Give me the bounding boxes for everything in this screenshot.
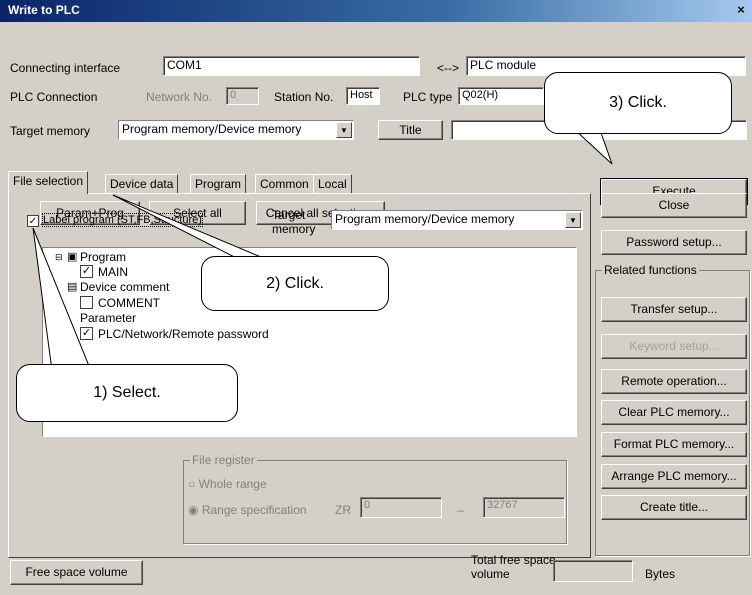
callout-2-text: 2) Click. [266, 274, 324, 292]
tab-file-selection[interactable]: File selection [8, 171, 89, 194]
callout-1: 1) Select. [16, 364, 238, 422]
callout-2: 2) Click. [201, 256, 389, 311]
callout-2-pointer [112, 194, 281, 266]
callout-1-text: 1) Select. [93, 384, 161, 401]
callout-3-text: 3) Click. [609, 94, 667, 111]
callout-3-pointer [573, 129, 613, 165]
callout-3: 3) Click. [544, 72, 732, 134]
write-to-plc-dialog: Write to PLC × Connecting interface COM1… [0, 0, 752, 595]
